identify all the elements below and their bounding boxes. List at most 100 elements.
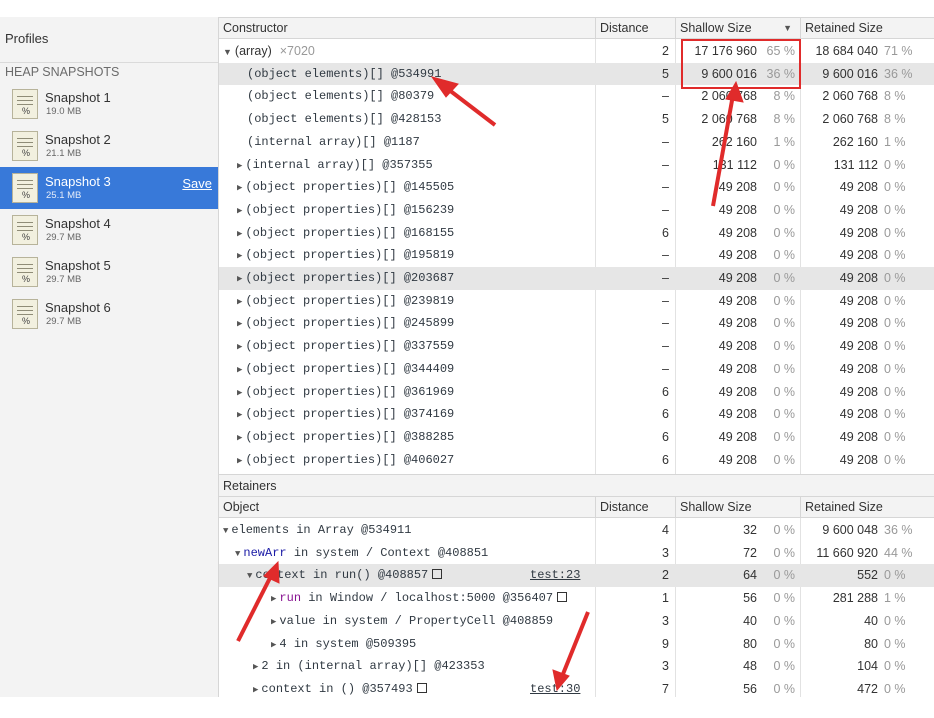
table-row[interactable]: ▶ (object properties)[] @406027 6 49 208 0 %… xyxy=(219,449,934,472)
column-header-constructor[interactable]: Constructor xyxy=(219,18,595,40)
snapshot-item-6[interactable]: % Snapshot 6 29.7 MB xyxy=(0,293,218,335)
table-row[interactable]: (internal array)[] @1187 – 262 160 1 % 262 1… xyxy=(219,131,934,154)
expand-triangle-icon[interactable]: ▼ xyxy=(235,549,240,559)
table-row[interactable]: ▶ (object properties)[] @344409 – 49 208 0 %… xyxy=(219,358,934,381)
retainer-row[interactable]: ▶ 4 in system @509395 9 80 0 % 80 0 % xyxy=(219,633,934,656)
table-row[interactable]: ▶ (object properties)[] @361969 6 49 208 0 %… xyxy=(219,381,934,404)
reveal-in-panel-icon[interactable] xyxy=(416,682,427,693)
expand-triangle-icon[interactable]: ▶ xyxy=(253,662,258,672)
table-row[interactable]: ▶ (object properties)[] @337559 – 49 208 0 %… xyxy=(219,335,934,358)
table-row[interactable]: (object elements)[] @428153 5 2 060 768 8 %… xyxy=(219,108,934,131)
expand-triangle-icon[interactable]: ▶ xyxy=(271,640,276,650)
constructor-table-header: Constructor Distance Shallow Size ▼ Reta… xyxy=(219,17,934,40)
table-row[interactable]: ▶ (object properties)[] @388285 6 49 208 0 %… xyxy=(219,426,934,449)
column-header-shallow-size[interactable]: Shallow Size xyxy=(675,497,800,519)
retainer-row[interactable]: ▶ run in Window / localhost:5000 @356407 1… xyxy=(219,587,934,610)
retainer-edge-name: context xyxy=(261,681,312,696)
shallow-size-cell: 49 208 xyxy=(718,361,757,376)
retained-percent-cell: 0 % xyxy=(884,384,906,399)
retained-percent-cell: 0 % xyxy=(884,636,906,651)
snapshot-item-1[interactable]: % Snapshot 1 19.0 MB xyxy=(0,83,218,125)
column-header-shallow-size[interactable]: Shallow Size ▼ xyxy=(675,18,800,40)
sort-descending-icon: ▼ xyxy=(783,23,792,33)
retainer-object-cell: ▶ 2 in (internal array)[] @423353 xyxy=(253,655,485,677)
expand-triangle-icon[interactable]: ▶ xyxy=(237,365,242,375)
table-row[interactable]: ▶ (object properties)[] @168155 6 49 208 0 %… xyxy=(219,222,934,245)
save-snapshot-link[interactable]: Save xyxy=(182,176,212,191)
constructor-cell: ▶ (object properties)[] @337559 xyxy=(237,335,454,357)
retainer-row[interactable]: ▼ elements in Array @534911 4 32 0 % 9 600 04… xyxy=(219,519,934,542)
retained-percent-cell: 71 % xyxy=(884,44,913,58)
retainer-row[interactable]: ▶ 2 in (internal array)[] @423353 3 48 0 % 10… xyxy=(219,655,934,678)
snapshot-item-5[interactable]: % Snapshot 5 29.7 MB xyxy=(0,251,218,293)
retained-size-cell: 49 208 xyxy=(839,293,878,308)
retainer-row[interactable]: ▼ context in run() @408857 test:23 2 64 0 % 55… xyxy=(219,564,934,588)
expand-triangle-icon[interactable]: ▶ xyxy=(237,183,242,193)
expand-triangle-icon[interactable]: ▶ xyxy=(237,388,242,398)
retained-size-cell: 49 208 xyxy=(839,271,878,285)
table-row[interactable]: ▶ (object properties)[] @374169 6 49 208 0 %… xyxy=(219,403,934,426)
source-location-link[interactable]: test:30 xyxy=(530,678,580,700)
snapshot-item-4[interactable]: % Snapshot 4 29.7 MB xyxy=(0,209,218,251)
column-header-retained-size[interactable]: Retained Size xyxy=(800,18,934,40)
expand-triangle-icon[interactable]: ▼ xyxy=(223,47,232,57)
expand-triangle-icon[interactable]: ▶ xyxy=(237,161,242,171)
reveal-in-panel-icon[interactable] xyxy=(557,592,568,603)
expand-triangle-icon[interactable]: ▼ xyxy=(247,571,252,581)
column-header-distance[interactable]: Distance xyxy=(595,18,675,40)
table-row[interactable]: ▼ (array) ×7020 2 17 176 960 65 % 18 684 040 71… xyxy=(219,40,934,63)
column-header-retained-size[interactable]: Retained Size xyxy=(800,497,934,519)
table-row[interactable]: (object elements)[] @534991 5 9 600 016 36 … xyxy=(219,62,934,86)
retained-percent-cell: 0 % xyxy=(884,659,906,674)
column-header-object[interactable]: Object xyxy=(219,497,595,519)
expand-triangle-icon[interactable]: ▶ xyxy=(237,410,242,420)
expand-triangle-icon[interactable]: ▶ xyxy=(237,456,242,466)
expand-triangle-icon[interactable]: ▶ xyxy=(237,206,242,216)
retainer-row[interactable]: ▼ newArr in system / Context @408851 3 72 0 … xyxy=(219,542,934,565)
constructor-name: (object properties)[] @337559 xyxy=(245,339,455,354)
table-row[interactable]: ▶ (object properties)[] @203687 – 49 208 0 %… xyxy=(219,267,934,290)
constructor-name: (object properties)[] @239819 xyxy=(245,293,455,308)
shallow-percent-cell: 0 % xyxy=(773,157,795,172)
retainer-row[interactable]: ▶ value in system / PropertyCell @408859 3… xyxy=(219,610,934,633)
expand-triangle-icon[interactable]: ▼ xyxy=(223,526,228,536)
expand-triangle-icon[interactable]: ▶ xyxy=(237,433,242,443)
expand-triangle-icon[interactable]: ▶ xyxy=(237,319,242,329)
table-row[interactable]: ▶ (internal array)[] @357355 – 131 112 0 % 13… xyxy=(219,154,934,177)
expand-triangle-icon[interactable]: ▶ xyxy=(237,342,242,352)
table-row[interactable]: ▶ (object properties)[] @145505 – 49 208 0 %… xyxy=(219,176,934,199)
table-row[interactable]: ▶ (object properties)[] @239819 – 49 208 0 %… xyxy=(219,290,934,313)
expand-triangle-icon[interactable]: ▶ xyxy=(237,297,242,307)
constructor-cell: ▶ (object properties)[] @388285 xyxy=(237,426,454,448)
expand-triangle-icon[interactable]: ▶ xyxy=(271,594,276,604)
shallow-percent-cell: 8 % xyxy=(773,112,795,127)
expand-triangle-icon[interactable]: ▶ xyxy=(237,229,242,239)
distance-cell: 5 xyxy=(662,112,669,127)
expand-triangle-icon[interactable]: ▶ xyxy=(271,617,276,627)
constructor-cell: ▼ (array) ×7020 xyxy=(223,40,315,62)
shallow-size-cell: 49 208 xyxy=(718,248,757,263)
retainer-row[interactable]: ▶ context in () @357493 test:30 7 56 0 % 472 0 … xyxy=(219,678,934,701)
retained-percent-cell: 0 % xyxy=(884,202,906,217)
constructor-cell: ▶ (object properties)[] @361969 xyxy=(237,381,454,403)
retained-size-cell: 262 160 xyxy=(832,134,878,149)
column-header-distance[interactable]: Distance xyxy=(595,497,675,519)
retainer-object-cell: ▶ context in () @357493 xyxy=(253,678,427,700)
expand-triangle-icon[interactable]: ▶ xyxy=(253,685,258,695)
distance-cell: – xyxy=(662,134,669,149)
table-row[interactable]: ▶ (object properties)[] @245899 – 49 208 0 %… xyxy=(219,312,934,335)
snapshot-item-3[interactable]: % Snapshot 3 25.1 MB Save xyxy=(0,167,218,209)
source-location-link[interactable]: test:23 xyxy=(530,564,580,586)
snapshot-item-2[interactable]: % Snapshot 2 21.1 MB xyxy=(0,125,218,167)
table-row[interactable]: ▶ (object properties)[] @195819 – 49 208 0 %… xyxy=(219,244,934,267)
table-row[interactable]: ▶ (object properties)[] @156239 – 49 208 0 %… xyxy=(219,199,934,222)
table-row[interactable]: (object elements)[] @80379–2 060 768 8 % 2… xyxy=(219,85,934,108)
expand-triangle-icon[interactable]: ▶ xyxy=(237,274,242,284)
retained-size-cell: 49 208 xyxy=(839,180,878,195)
constructor-cell: (internal array)[] @1187 xyxy=(247,131,420,153)
reveal-in-panel-icon[interactable] xyxy=(432,569,443,580)
retained-size-cell: 80 xyxy=(864,636,878,651)
expand-triangle-icon[interactable]: ▶ xyxy=(237,251,242,261)
shallow-size-cell: 2 060 768 xyxy=(701,112,757,127)
retained-percent-cell: 0 % xyxy=(884,225,906,240)
